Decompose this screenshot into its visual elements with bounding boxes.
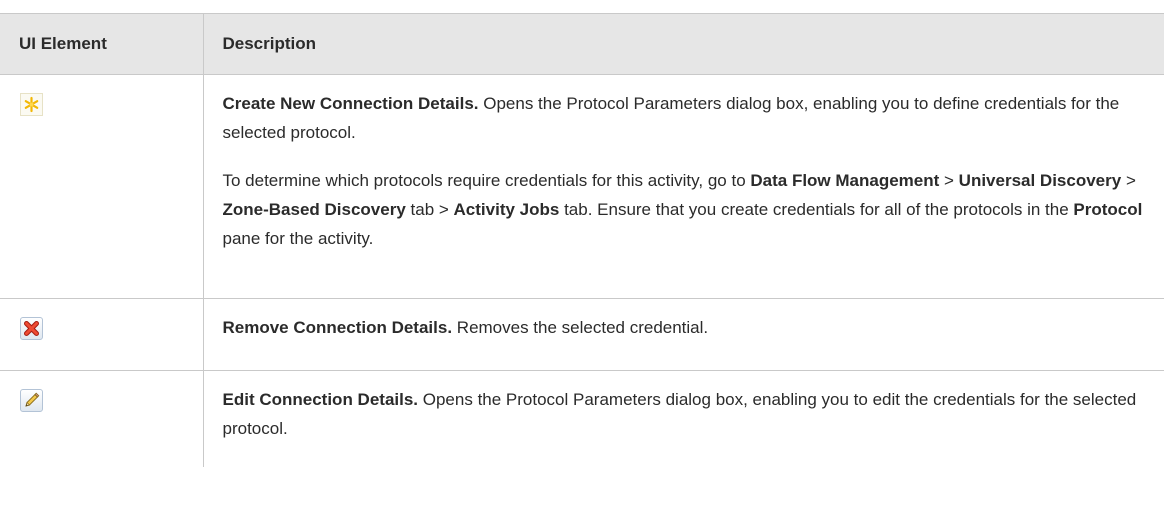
- note-term: Activity Jobs: [453, 200, 560, 219]
- ui-element-cell: [0, 298, 204, 371]
- header-description: Description: [202, 13, 1164, 75]
- table-header-row: UI Element Description: [0, 13, 1164, 75]
- ui-element-cell: [0, 370, 204, 467]
- element-name: Create New Connection Details.: [222, 94, 479, 113]
- element-name: Edit Connection Details.: [222, 390, 419, 409]
- ui-element-cell: [0, 74, 204, 299]
- edit-pencil-icon: [20, 389, 43, 412]
- note-term: Protocol: [1073, 200, 1143, 219]
- element-description: Removes the selected credential.: [452, 318, 709, 337]
- note-paragraph: To determine which protocols require cre…: [223, 166, 1151, 253]
- table-row: Create New Connection Details. Opens the…: [0, 74, 1164, 299]
- table-row: Remove Connection Details. Removes the s…: [0, 298, 1164, 371]
- table-row: Edit Connection Details. Opens the Proto…: [0, 370, 1164, 467]
- note-text: >: [939, 171, 959, 190]
- note-text: >: [1121, 171, 1136, 190]
- description-paragraph: Create New Connection Details. Opens the…: [223, 89, 1151, 147]
- description-cell: Remove Connection Details. Removes the s…: [202, 298, 1164, 371]
- header-ui-element: UI Element: [0, 13, 204, 75]
- remove-x-icon: [20, 317, 43, 340]
- note-text: pane for the activity.: [222, 229, 374, 248]
- description-cell: Edit Connection Details. Opens the Proto…: [202, 370, 1164, 467]
- note-term: Data Flow Management: [750, 171, 940, 190]
- ui-elements-table: UI Element Description Create New Connec…: [0, 13, 1164, 467]
- note-term: Universal Discovery: [958, 171, 1122, 190]
- note-text: tab. Ensure that you create credentials …: [559, 200, 1074, 219]
- element-name: Remove Connection Details.: [222, 318, 453, 337]
- note-text: To determine which protocols require cre…: [222, 171, 751, 190]
- description-cell: Create New Connection Details. Opens the…: [202, 74, 1164, 299]
- new-connection-star-icon: [20, 93, 43, 116]
- description-paragraph: Edit Connection Details. Opens the Proto…: [223, 385, 1151, 443]
- note-term: Zone-Based Discovery: [222, 200, 406, 219]
- note-text: tab >: [405, 200, 454, 219]
- description-paragraph: Remove Connection Details. Removes the s…: [223, 313, 1151, 342]
